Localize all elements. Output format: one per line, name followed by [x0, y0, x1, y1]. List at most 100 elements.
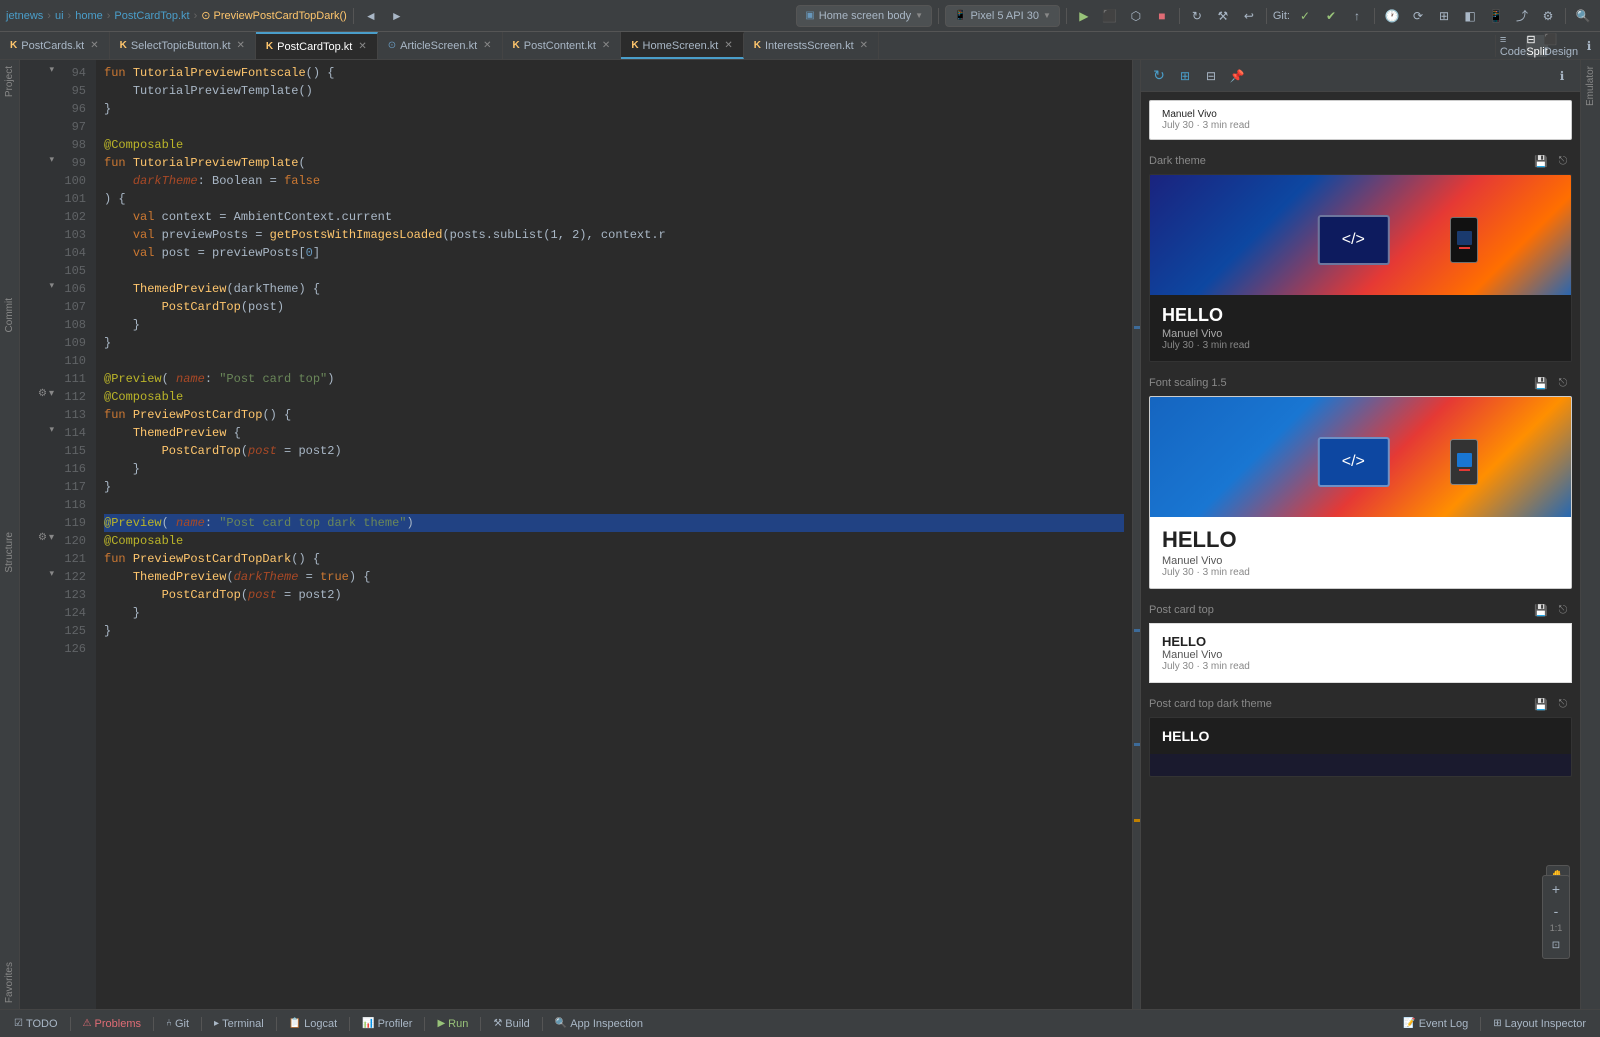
- profile-icon[interactable]: ⬡: [1125, 5, 1147, 27]
- tab-close-icon[interactable]: ✕: [483, 40, 491, 51]
- settings-icon-111[interactable]: ⚙: [38, 388, 47, 399]
- post-image-dark: </>: [1150, 175, 1571, 295]
- screen-selector[interactable]: ▣ Home screen body ▼: [796, 5, 932, 27]
- clock-icon[interactable]: 🕐: [1381, 5, 1403, 27]
- fold-icon-113[interactable]: ▾: [49, 424, 54, 435]
- event-log-button[interactable]: 📝 Event Log: [1397, 1016, 1474, 1032]
- settings-icon[interactable]: ⚙: [1537, 5, 1559, 27]
- profiler-button[interactable]: 📊 Profiler: [356, 1016, 418, 1032]
- breadcrumb-function[interactable]: ⊙ PreviewPostCardTopDark(): [201, 9, 347, 22]
- tab-close-icon[interactable]: ✕: [724, 40, 732, 51]
- code-line-121: fun PreviewPostCardTopDark() {: [104, 550, 1124, 568]
- tab-homescreen[interactable]: K HomeScreen.kt ✕: [621, 32, 743, 59]
- open-preview-icon[interactable]: ⎋: [1554, 152, 1572, 170]
- code-scrollbar[interactable]: [1132, 60, 1140, 1009]
- layers-icon[interactable]: ◧: [1459, 5, 1481, 27]
- code-editor[interactable]: fun TutorialPreviewFontscale() { Tutoria…: [96, 60, 1132, 1009]
- project-panel-label[interactable]: Project: [1, 60, 18, 103]
- tab-close-icon[interactable]: ✕: [358, 41, 366, 52]
- code-line-99: fun TutorialPreviewTemplate(: [104, 154, 1124, 172]
- fold-icon-99[interactable]: ▾: [49, 154, 54, 165]
- tab-close-icon[interactable]: ✕: [90, 40, 98, 51]
- fold-icon-106[interactable]: ▾: [49, 280, 54, 291]
- nav-forward-icon[interactable]: ►: [386, 5, 408, 27]
- debug-icon[interactable]: ⬛: [1099, 5, 1121, 27]
- tab-interestsscreen[interactable]: K InterestsScreen.kt ✕: [744, 32, 879, 59]
- todo-button[interactable]: ☑ TODO: [8, 1016, 64, 1032]
- refresh-icon[interactable]: ⟳: [1407, 5, 1429, 27]
- tab-close-icon[interactable]: ✕: [860, 40, 868, 51]
- logcat-button[interactable]: 📋 Logcat: [283, 1016, 343, 1032]
- tab-postcards[interactable]: K PostCards.kt ✕: [0, 32, 110, 59]
- preview-info-icon[interactable]: ℹ: [1552, 66, 1572, 86]
- git-checkmark-icon[interactable]: ✓: [1294, 5, 1316, 27]
- undo-icon[interactable]: ↩: [1238, 5, 1260, 27]
- run-icon[interactable]: ▶: [1073, 5, 1095, 27]
- search-icon[interactable]: 🔍: [1572, 5, 1594, 27]
- build-button[interactable]: ⚒ Build: [487, 1016, 535, 1032]
- breadcrumb-file[interactable]: PostCardTop.kt: [114, 10, 189, 22]
- fold-icon-121[interactable]: ▾: [49, 568, 54, 579]
- sync-icon[interactable]: ↻: [1186, 5, 1208, 27]
- save-postcardtop-icon[interactable]: 💾: [1532, 601, 1550, 619]
- zoom-out-button[interactable]: -: [1545, 900, 1567, 922]
- preview-dark-theme-label: Dark theme 💾 ⎋: [1149, 152, 1572, 170]
- app-inspection-button[interactable]: 🔍 App Inspection: [549, 1016, 649, 1032]
- preview-refresh-icon[interactable]: ↻: [1149, 66, 1169, 86]
- run-button[interactable]: ▶ Run: [431, 1016, 474, 1032]
- git-push-icon[interactable]: ↑: [1346, 5, 1368, 27]
- tab-close-icon[interactable]: ✕: [602, 40, 610, 51]
- tab-close-icon[interactable]: ✕: [237, 40, 245, 51]
- fold-icon-94[interactable]: ▾: [49, 64, 54, 75]
- settings-tab-icon[interactable]: ℹ: [1578, 35, 1600, 57]
- tab-selecttopicbutton[interactable]: K SelectTopicButton.kt ✕: [110, 32, 256, 59]
- logcat-label: Logcat: [304, 1018, 337, 1030]
- preview-group-icon[interactable]: ⊟: [1201, 66, 1221, 86]
- right-panel-strip: Emulator: [1580, 60, 1600, 1009]
- code-brackets-icon: </>: [1342, 231, 1365, 249]
- problems-label: Problems: [95, 1018, 141, 1030]
- preview-postcardtop-card: HELLO Manuel Vivo July 30 · 3 min read: [1149, 623, 1572, 683]
- breadcrumb-home[interactable]: home: [75, 10, 103, 22]
- build-icon[interactable]: ⚒: [1212, 5, 1234, 27]
- small-card-author: Manuel Vivo: [1162, 649, 1559, 661]
- code-area: ▾ ▾ ▾ ⚙▾ ▾ ⚙▾: [20, 60, 1140, 1009]
- share-icon[interactable]: ⤴: [1511, 5, 1533, 27]
- emulator-panel-label[interactable]: Emulator: [1582, 60, 1599, 112]
- settings-icon-119[interactable]: ⚙: [38, 532, 47, 543]
- tab-postcontent[interactable]: K PostContent.kt ✕: [503, 32, 622, 59]
- open-postcardtop-dark-icon[interactable]: ⎋: [1554, 695, 1572, 713]
- git-button[interactable]: ⑃ Git: [160, 1016, 195, 1032]
- kotlin-icon: K: [266, 41, 273, 52]
- stop-icon[interactable]: ■: [1151, 5, 1173, 27]
- terminal-icon: ▸: [214, 1018, 219, 1029]
- breadcrumb-jetnews[interactable]: jetnews: [6, 10, 43, 22]
- zoom-fit-button[interactable]: ⊡: [1545, 934, 1567, 956]
- phone-icon[interactable]: 📱: [1485, 5, 1507, 27]
- zoom-reset-label[interactable]: 1:1: [1545, 922, 1567, 934]
- breadcrumb-ui[interactable]: ui: [55, 10, 64, 22]
- problems-button[interactable]: ⚠ Problems: [77, 1016, 147, 1032]
- open-preview-fontscale-icon[interactable]: ⎋: [1554, 374, 1572, 392]
- open-postcardtop-icon[interactable]: ⎋: [1554, 601, 1572, 619]
- zoom-in-button[interactable]: +: [1545, 878, 1567, 900]
- tab-postcardtop[interactable]: K PostCardTop.kt ✕: [256, 32, 378, 59]
- favorites-panel-label[interactable]: Favorites: [1, 956, 18, 1009]
- layout-icon[interactable]: ⊞: [1433, 5, 1455, 27]
- code-line-126: [104, 640, 1124, 658]
- save-postcardtop-dark-icon[interactable]: 💾: [1532, 695, 1550, 713]
- preview-grid-icon[interactable]: ⊞: [1175, 66, 1195, 86]
- save-preview-fontscale-icon[interactable]: 💾: [1532, 374, 1550, 392]
- code-view-button[interactable]: ≡ Code: [1502, 35, 1524, 57]
- save-preview-icon[interactable]: 💾: [1532, 152, 1550, 170]
- nav-back-icon[interactable]: ◄: [360, 5, 382, 27]
- device-selector[interactable]: 📱 Pixel 5 API 30 ▼: [945, 5, 1060, 27]
- structure-panel-label[interactable]: Structure: [1, 526, 18, 579]
- tab-articlescreen[interactable]: ⊙ ArticleScreen.kt ✕: [378, 32, 503, 59]
- commit-panel-label[interactable]: Commit: [1, 292, 18, 338]
- git-tick-icon[interactable]: ✔: [1320, 5, 1342, 27]
- preview-pin-icon[interactable]: 📌: [1227, 66, 1247, 86]
- terminal-button[interactable]: ▸ Terminal: [208, 1016, 270, 1032]
- design-view-button[interactable]: ⬛ Design: [1550, 35, 1572, 57]
- layout-inspector-button[interactable]: ⊞ Layout Inspector: [1487, 1016, 1592, 1032]
